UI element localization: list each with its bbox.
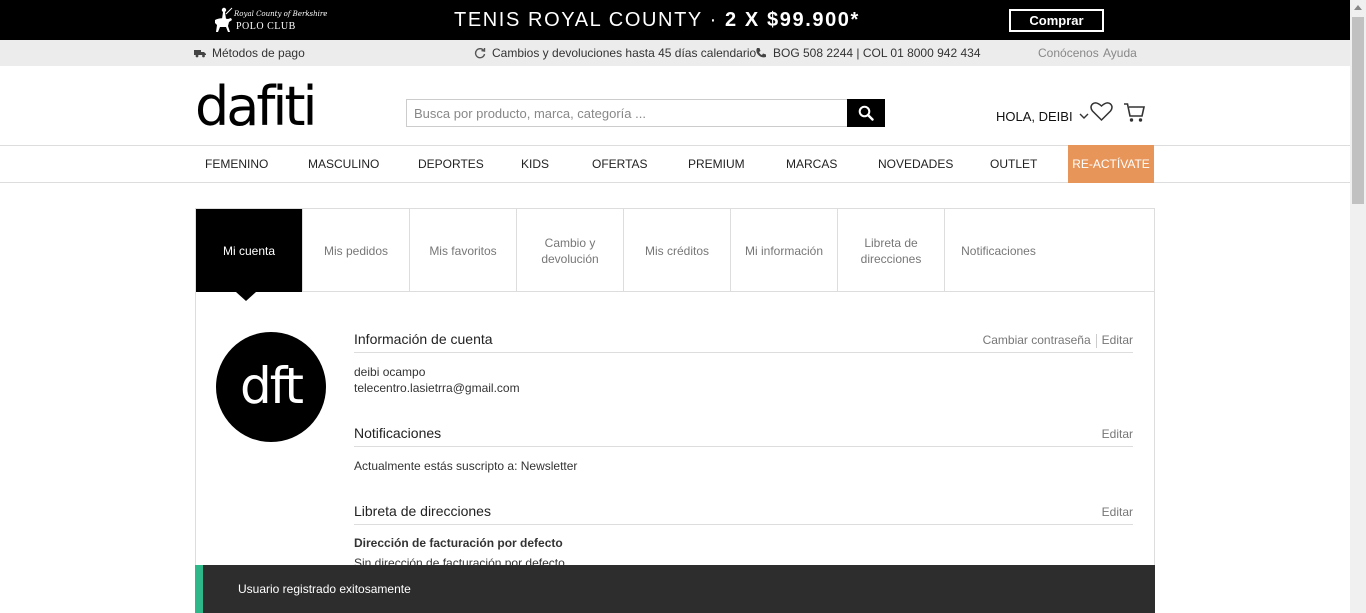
addresses-actions: Editar bbox=[1102, 505, 1133, 519]
polo-horse-icon bbox=[215, 7, 233, 32]
page: Royal County of Berkshire POLO CLUB TENI… bbox=[0, 0, 1366, 613]
phones-label: BOG 508 2244 | COL 01 8000 942 434 bbox=[773, 46, 981, 60]
returns-label: Cambios y devoluciones hasta 45 días cal… bbox=[492, 46, 757, 60]
nav-item-premium[interactable]: PREMIUM bbox=[688, 146, 745, 182]
page-scrollbar[interactable] bbox=[1350, 0, 1366, 613]
search-button[interactable] bbox=[847, 99, 885, 127]
addresses-section: Libreta de direcciones Editar Dirección … bbox=[354, 503, 1133, 571]
search-input[interactable] bbox=[406, 99, 848, 127]
promo-headline-text: TENIS ROYAL COUNTY · bbox=[454, 9, 726, 31]
about-link[interactable]: Conócenos bbox=[1038, 46, 1099, 60]
payment-methods-link[interactable]: Métodos de pago bbox=[194, 46, 305, 60]
avatar: dft bbox=[216, 332, 326, 442]
account-info-title: Información de cuenta bbox=[354, 331, 493, 347]
tab-mis-creditos[interactable]: Mis créditos bbox=[624, 209, 731, 292]
polo-brand-club: POLO CLUB bbox=[236, 21, 296, 32]
account-info-actions: Cambiar contraseña Editar bbox=[983, 333, 1133, 348]
divider bbox=[1095, 333, 1097, 348]
promo-buy-button[interactable]: Comprar bbox=[1009, 9, 1104, 32]
notifications-status: Actualmente estás suscripto a: Newslette… bbox=[354, 459, 578, 473]
success-toast: Usuario registrado exitosamente bbox=[195, 565, 1155, 613]
tab-cambio-devolucion[interactable]: Cambio y devolución bbox=[517, 209, 624, 292]
nav-item-deportes[interactable]: DEPORTES bbox=[418, 146, 484, 182]
tab-notificaciones[interactable]: Notificaciones bbox=[945, 209, 1052, 292]
toast-message: Usuario registrado exitosamente bbox=[238, 582, 411, 596]
toast-accent-bar bbox=[195, 565, 203, 613]
notifications-header: Notificaciones Editar bbox=[354, 425, 1133, 447]
nav-item-marcas[interactable]: MARCAS bbox=[786, 146, 837, 182]
account-panel: Mi cuenta Mis pedidos Mis favoritos Camb… bbox=[195, 208, 1155, 613]
cart-icon[interactable] bbox=[1123, 102, 1146, 123]
info-bar: Métodos de pago Cambios y devoluciones h… bbox=[0, 40, 1350, 66]
nav-item-reactivate[interactable]: RE-ACTÍVATE bbox=[1068, 145, 1154, 183]
billing-address-title: Dirección de facturación por defecto bbox=[354, 536, 563, 550]
edit-addresses-link[interactable]: Editar bbox=[1102, 505, 1133, 519]
change-password-link[interactable]: Cambiar contraseña bbox=[983, 333, 1091, 347]
promo-headline-price: 2 X $99.900* bbox=[725, 9, 860, 31]
notifications-title: Notificaciones bbox=[354, 425, 442, 441]
payment-methods-label: Métodos de pago bbox=[212, 46, 305, 60]
scrollbar-thumb[interactable] bbox=[1352, 17, 1364, 204]
tab-mis-pedidos[interactable]: Mis pedidos bbox=[303, 209, 410, 292]
heart-icon[interactable] bbox=[1090, 101, 1113, 122]
dafiti-logo[interactable]: dafiti bbox=[195, 80, 318, 134]
account-tabs: Mi cuenta Mis pedidos Mis favoritos Camb… bbox=[196, 209, 1154, 292]
phone-icon bbox=[756, 48, 766, 58]
truck-icon bbox=[194, 50, 206, 58]
edit-account-link[interactable]: Editar bbox=[1102, 333, 1133, 347]
account-email: telecentro.lasietrra@gmail.com bbox=[354, 381, 520, 395]
addresses-title: Libreta de direcciones bbox=[354, 503, 491, 519]
polo-club-logo[interactable]: Royal County of Berkshire POLO CLUB bbox=[212, 6, 327, 34]
help-link[interactable]: Ayuda bbox=[1103, 46, 1137, 60]
chevron-down-icon bbox=[1079, 113, 1089, 119]
notifications-actions: Editar bbox=[1102, 427, 1133, 441]
account-menu[interactable]: HOLA, DEIBI bbox=[996, 109, 1089, 124]
promo-banner[interactable]: Royal County of Berkshire POLO CLUB TENI… bbox=[0, 0, 1350, 40]
nav-item-outlet[interactable]: OUTLET bbox=[990, 146, 1037, 182]
account-info-section: Información de cuenta Cambiar contraseña… bbox=[354, 331, 1133, 396]
tab-mi-informacion[interactable]: Mi información bbox=[731, 209, 838, 292]
notifications-section: Notificaciones Editar Actualmente estás … bbox=[354, 425, 1133, 474]
nav-item-femenino[interactable]: FEMENINO bbox=[205, 146, 268, 182]
active-tab-indicator bbox=[236, 292, 256, 301]
tab-mis-favoritos[interactable]: Mis favoritos bbox=[410, 209, 517, 292]
greeting-label: HOLA, DEIBI bbox=[996, 109, 1073, 124]
phones-info: BOG 508 2244 | COL 01 8000 942 434 bbox=[755, 46, 981, 60]
tab-mi-cuenta[interactable]: Mi cuenta bbox=[196, 209, 303, 292]
polo-brand-script: Royal County of Berkshire bbox=[234, 10, 328, 18]
account-name: deibi ocampo bbox=[354, 365, 426, 379]
tab-libreta-direcciones[interactable]: Libreta de direcciones bbox=[838, 209, 945, 292]
scroll-up-arrow-icon[interactable] bbox=[1354, 5, 1362, 10]
nav-item-ofertas[interactable]: OFERTAS bbox=[592, 146, 648, 182]
account-info-header: Información de cuenta Cambiar contraseña… bbox=[354, 331, 1133, 353]
addresses-header: Libreta de direcciones Editar bbox=[354, 503, 1133, 525]
nav-item-kids[interactable]: KIDS bbox=[521, 146, 549, 182]
returns-link[interactable]: Cambios y devoluciones hasta 45 días cal… bbox=[474, 46, 756, 60]
main-nav: FEMENINO MASCULINO DEPORTES KIDS OFERTAS… bbox=[0, 145, 1350, 183]
nav-item-masculino[interactable]: MASCULINO bbox=[308, 146, 379, 182]
edit-notifications-link[interactable]: Editar bbox=[1102, 427, 1133, 441]
promo-headline[interactable]: TENIS ROYAL COUNTY · 2 X $99.900* bbox=[454, 9, 860, 32]
nav-item-novedades[interactable]: NOVEDADES bbox=[878, 146, 953, 182]
search-icon bbox=[858, 105, 874, 121]
refresh-icon bbox=[474, 48, 486, 59]
